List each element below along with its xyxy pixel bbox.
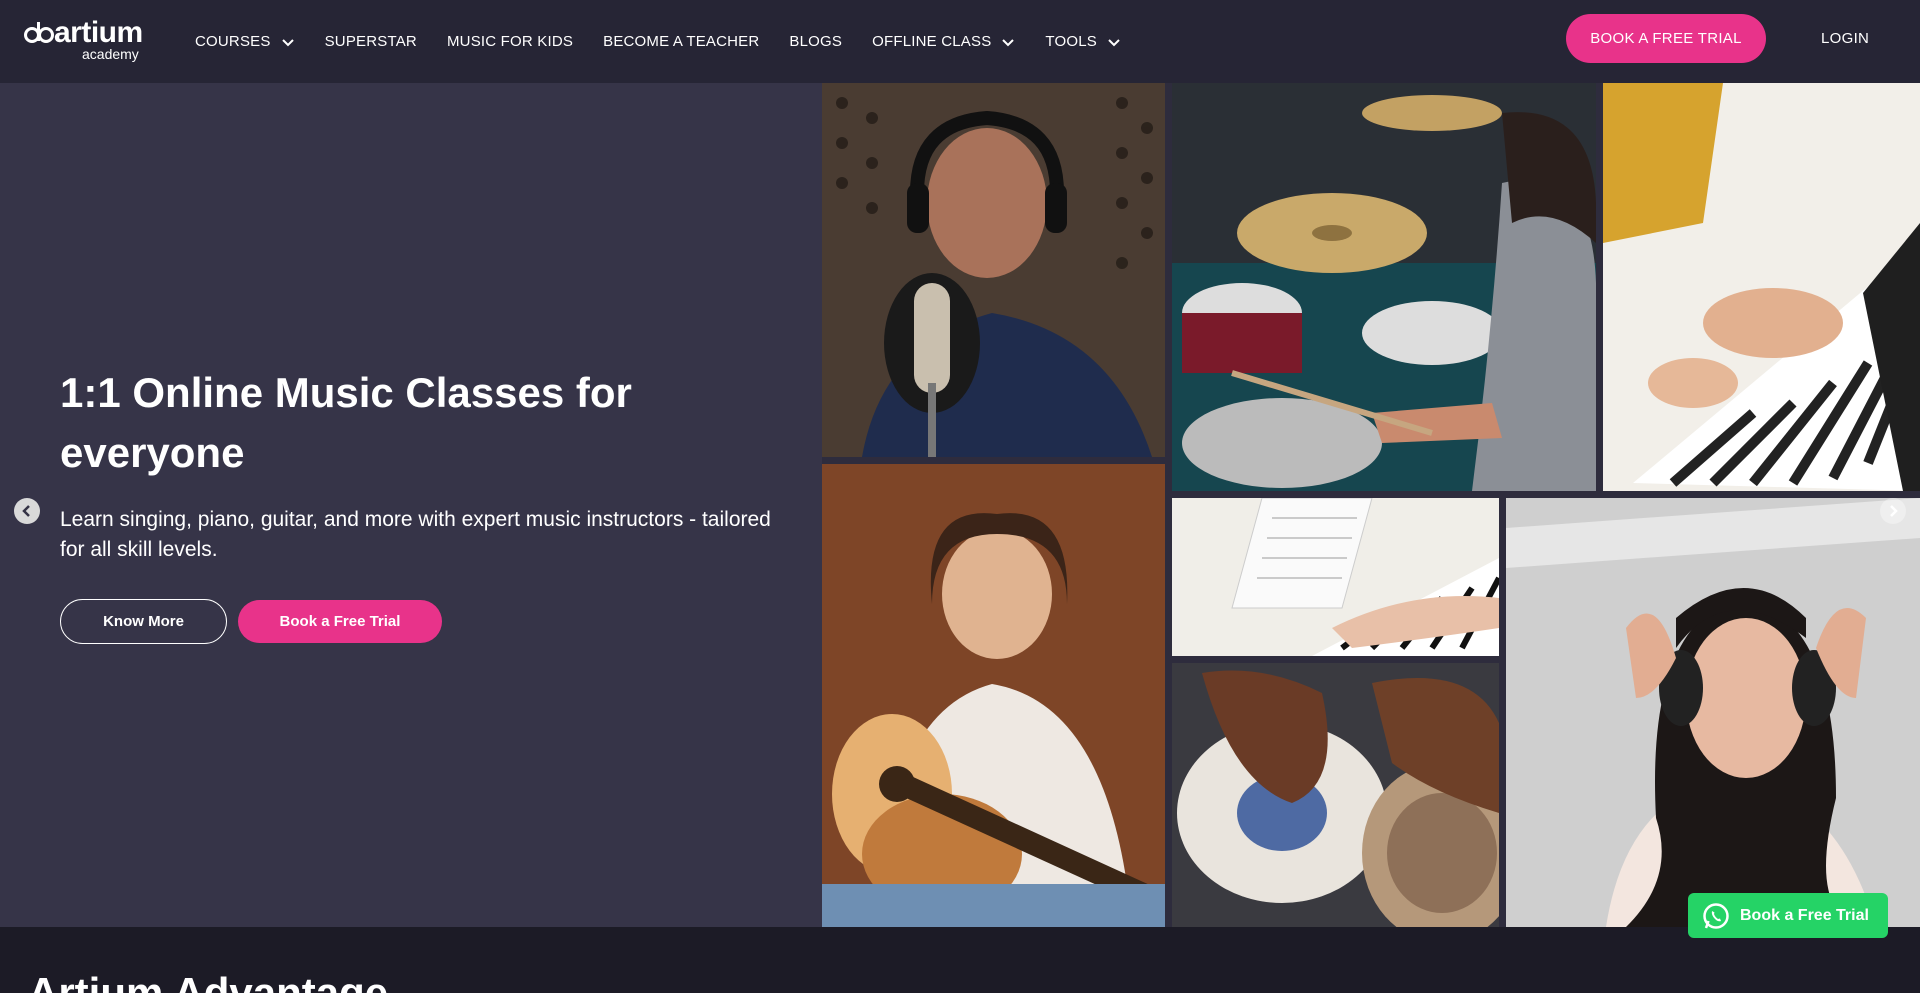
book-free-trial-button[interactable]: BOOK A FREE TRIAL: [1566, 14, 1766, 63]
nav-tools-label: TOOLS: [1045, 33, 1097, 50]
main-nav: COURSES SUPERSTAR MUSIC FOR KIDS BECOME …: [195, 0, 1151, 83]
nav-courses[interactable]: COURSES: [195, 33, 295, 50]
login-link[interactable]: LOGIN: [1821, 30, 1869, 47]
chevron-down-icon: [1002, 38, 1015, 46]
nav-offline-class[interactable]: OFFLINE CLASS: [872, 33, 1015, 50]
nav-tools[interactable]: TOOLS: [1045, 33, 1121, 50]
keyboard-photo: [1603, 83, 1920, 491]
headphones-woman-photo: [1506, 498, 1920, 927]
logo-mark-icon: [24, 22, 54, 43]
piano-hands-photo: [1172, 498, 1499, 656]
chevron-down-icon: [281, 38, 294, 46]
section-title: Artium Advantage: [28, 969, 389, 993]
drummer-photo: [1172, 83, 1596, 491]
brand-name: artium: [54, 16, 143, 49]
chevron-left-icon: [22, 505, 30, 517]
chevron-right-icon: [1890, 505, 1898, 517]
nav-music-for-kids[interactable]: MUSIC FOR KIDS: [447, 33, 573, 50]
nav-become-teacher-label: BECOME A TEACHER: [603, 33, 760, 50]
tabla-photo: [1172, 663, 1499, 927]
chevron-down-icon: [1108, 38, 1120, 46]
nav-courses-label: COURSES: [195, 33, 271, 50]
nav-blogs-label: BLOGS: [789, 33, 843, 50]
nav-music-for-kids-label: MUSIC FOR KIDS: [446, 33, 574, 50]
whatsapp-icon: [1703, 902, 1729, 929]
brand-sub: academy: [82, 46, 139, 62]
carousel-next-button[interactable]: [1880, 498, 1906, 524]
advantage-section: Artium Advantage: [0, 927, 1920, 993]
hero-section: 1:1 Online Music Classes for everyone Le…: [0, 83, 1920, 927]
hero-book-trial-button[interactable]: Book a Free Trial: [238, 600, 442, 643]
nav-superstar[interactable]: SUPERSTAR: [325, 33, 417, 50]
know-more-button[interactable]: Know More: [60, 599, 227, 644]
whatsapp-label: Book a Free Trial: [1740, 906, 1869, 924]
artium-logo[interactable]: artium academy: [24, 18, 154, 64]
guitar-girl-photo: [822, 464, 1165, 927]
nav-blogs[interactable]: BLOGS: [789, 33, 842, 50]
carousel-prev-button[interactable]: [14, 498, 40, 524]
photo-gallery: [822, 83, 1920, 927]
hero-subtitle: Learn singing, piano, guitar, and more w…: [60, 508, 771, 561]
whatsapp-trial-button[interactable]: Book a Free Trial: [1688, 893, 1888, 938]
site-header: artium academy COURSES SUPERSTAR MUSIC F…: [0, 0, 1920, 83]
hero-title: 1:1 Online Music Classes for everyone: [60, 369, 632, 476]
nav-become-teacher[interactable]: BECOME A TEACHER: [603, 33, 759, 50]
nav-offline-class-label: OFFLINE CLASS: [872, 33, 992, 50]
singer-photo: [822, 83, 1165, 457]
nav-superstar-label: SUPERSTAR: [324, 33, 417, 50]
hero-text-panel: 1:1 Online Music Classes for everyone Le…: [0, 83, 822, 927]
